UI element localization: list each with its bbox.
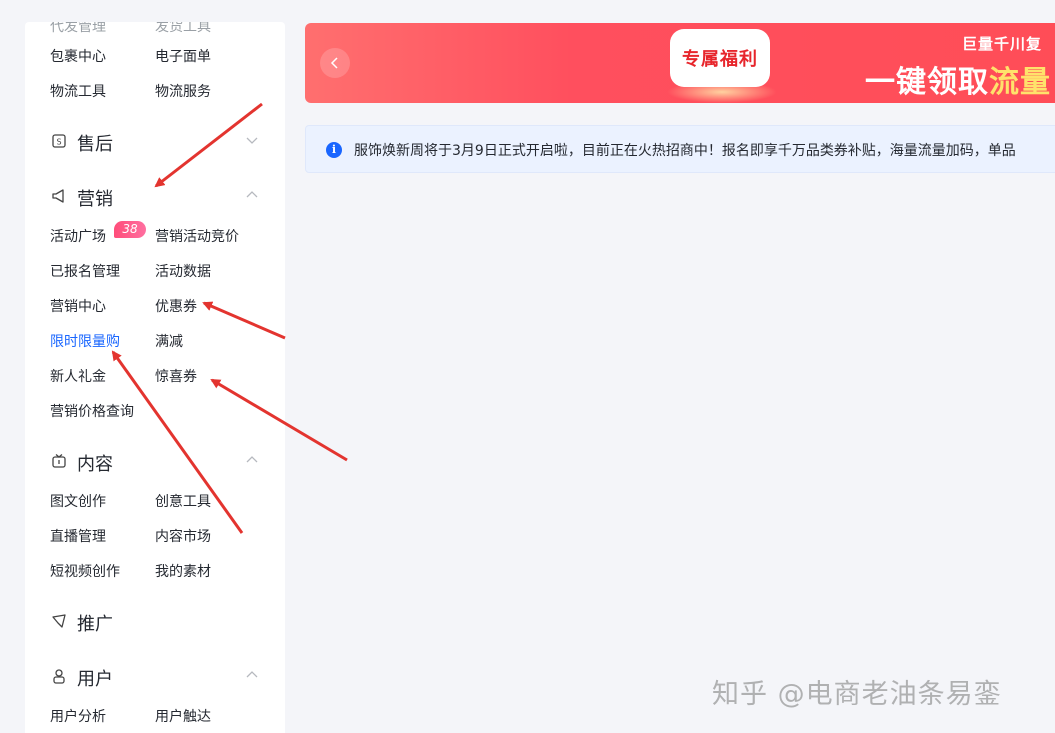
menu-item-content-market[interactable]: 内容市场 xyxy=(155,526,211,546)
section-title: 营销 xyxy=(77,189,113,210)
banner-prev-button[interactable] xyxy=(320,48,350,78)
banner-headline: 一键领取流量 xyxy=(865,57,1051,101)
menu-item-registered[interactable]: 已报名管理 xyxy=(50,261,120,281)
menu-item-surprise-coupon[interactable]: 惊喜券 xyxy=(155,366,197,386)
section-aftersale[interactable]: S 售后 xyxy=(25,128,285,156)
section-promotion[interactable]: 推广 xyxy=(25,608,285,636)
banner-card: 专属福利 xyxy=(670,29,770,87)
menu-item-package-center[interactable]: 包裹中心 xyxy=(50,46,106,66)
sidebar-row: 营销中心 优惠券 xyxy=(25,296,285,316)
menu-item-e-waybill[interactable]: 电子面单 xyxy=(155,46,211,66)
sidebar-row: 短视频创作 我的素材 xyxy=(25,561,285,581)
sidebar-row: 直播管理 内容市场 xyxy=(25,526,285,546)
sidebar-row: 物流工具 物流服务 xyxy=(25,81,285,101)
sidebar-row: 新人礼金 惊喜券 xyxy=(25,366,285,386)
section-title: 用户 xyxy=(77,669,113,690)
sidebar-row: 活动广场 38 营销活动竞价 xyxy=(25,221,285,246)
section-user[interactable]: 用户 xyxy=(25,663,285,691)
banner-subtitle: 巨量千川复 xyxy=(962,35,1043,53)
sidebar-row-cut: 代发管理 发货工具 xyxy=(25,22,285,36)
chevron-up-icon[interactable] xyxy=(245,668,259,682)
sidebar-row: 用户分析 用户触达 xyxy=(25,706,285,726)
menu-item-ship-tools[interactable]: 发货工具 xyxy=(155,22,211,36)
banner-headline-highlight: 流量 xyxy=(989,65,1051,100)
tv-icon xyxy=(52,454,66,468)
sidebar-row: 已报名管理 活动数据 xyxy=(25,261,285,281)
menu-item-marketing-center[interactable]: 营销中心 xyxy=(50,296,106,316)
chevron-up-icon[interactable] xyxy=(245,188,259,202)
menu-item-logistics-service[interactable]: 物流服务 xyxy=(155,81,211,101)
menu-item-activity-data[interactable]: 活动数据 xyxy=(155,261,211,281)
user-icon xyxy=(53,669,65,684)
menu-item-user-reach[interactable]: 用户触达 xyxy=(155,706,211,726)
menu-item-graphic-creation[interactable]: 图文创作 xyxy=(50,491,106,511)
menu-item-price-query[interactable]: 营销价格查询 xyxy=(50,401,134,421)
aftersale-icon: S xyxy=(52,134,66,148)
banner-headline-main: 一键领取 xyxy=(865,65,989,100)
menu-item-proxy-ship[interactable]: 代发管理 xyxy=(50,22,106,36)
menu-item-short-video[interactable]: 短视频创作 xyxy=(50,561,120,581)
sidebar-row: 图文创作 创意工具 xyxy=(25,491,285,511)
section-title: 内容 xyxy=(77,454,113,475)
menu-item-full-reduction[interactable]: 满减 xyxy=(155,331,183,351)
notice-bar[interactable]: i 服饰焕新周将于3月9日正式开启啦，目前正在火热招商中！报名即享千万品类券补贴… xyxy=(305,125,1055,173)
sidebar-row: 包裹中心 电子面单 xyxy=(25,46,285,66)
banner-card-text: 专属福利 xyxy=(682,49,758,70)
section-marketing[interactable]: 营销 xyxy=(25,183,285,211)
sidebar-row: 限时限量购 满减 xyxy=(25,331,285,351)
promotion-icon xyxy=(52,614,66,628)
menu-item-user-analysis[interactable]: 用户分析 xyxy=(50,706,106,726)
menu-item-logistics-tools[interactable]: 物流工具 xyxy=(50,81,106,101)
promo-banner[interactable]: 专属福利 巨量千川复 一键领取流量 xyxy=(305,23,1055,103)
menu-item-activity-plaza[interactable]: 活动广场 xyxy=(50,226,106,246)
sidebar-row: 营销价格查询 xyxy=(25,401,285,421)
menu-item-activity-bidding[interactable]: 营销活动竞价 xyxy=(155,226,239,246)
section-title: 售后 xyxy=(77,134,113,155)
count-badge: 38 xyxy=(114,221,146,238)
watermark: 知乎 @电商老油条易銮 xyxy=(712,679,1002,710)
info-icon: i xyxy=(326,142,342,158)
section-content[interactable]: 内容 xyxy=(25,448,285,476)
menu-item-coupon[interactable]: 优惠券 xyxy=(155,296,197,316)
menu-item-live-management[interactable]: 直播管理 xyxy=(50,526,106,546)
menu-item-creative-tools[interactable]: 创意工具 xyxy=(155,491,211,511)
chevron-left-icon xyxy=(330,57,338,69)
svg-text:S: S xyxy=(56,138,61,147)
section-title: 推广 xyxy=(77,614,113,635)
megaphone-icon xyxy=(52,189,64,203)
sidebar: 代发管理 发货工具 包裹中心 电子面单 物流工具 物流服务 S 售后 营销 活动… xyxy=(25,22,285,733)
notice-text: 服饰焕新周将于3月9日正式开启啦，目前正在火热招商中！报名即享千万品类券补贴，海… xyxy=(354,143,1016,159)
chevron-down-icon[interactable] xyxy=(245,133,259,147)
menu-item-new-user-gift[interactable]: 新人礼金 xyxy=(50,366,106,386)
chevron-up-icon[interactable] xyxy=(245,453,259,467)
menu-item-my-materials[interactable]: 我的素材 xyxy=(155,561,211,581)
menu-item-flash-sale[interactable]: 限时限量购 xyxy=(50,331,120,351)
